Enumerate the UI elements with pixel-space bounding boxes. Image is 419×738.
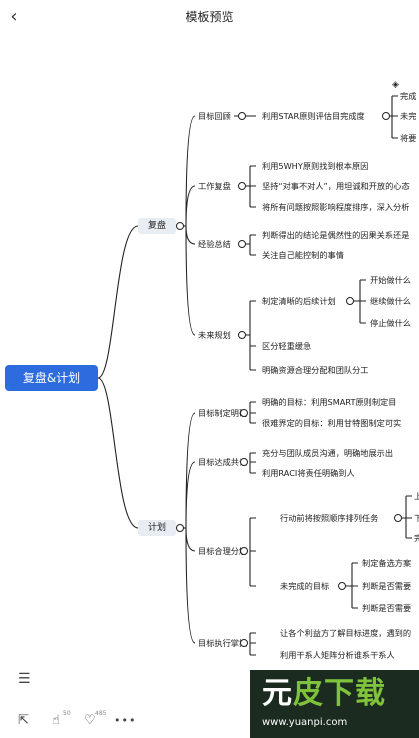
group-future-plan[interactable]: 未来规划 (198, 330, 231, 341)
mindmap-node[interactable]: 明确资源合理分配和团队分工 (262, 365, 368, 376)
collapse-dot[interactable] (394, 514, 402, 522)
collapse-dot[interactable] (346, 297, 354, 305)
collapse-dot[interactable] (240, 409, 248, 417)
group-goal-review[interactable]: 目标回顾 (198, 111, 231, 122)
watermark-logo: 元皮下载 www.yuanpi.com (250, 670, 419, 738)
branch-jihua[interactable]: 计划 (138, 520, 176, 536)
collapse-dot[interactable] (238, 331, 246, 339)
collapse-dot[interactable] (240, 639, 248, 647)
thumbs-up-icon[interactable]: ☝ (52, 714, 60, 728)
mindmap-node[interactable]: 继续做什么 (370, 296, 411, 307)
mindmap-node[interactable]: 将要 (400, 133, 416, 144)
share-icon[interactable]: ⇱ (18, 714, 29, 728)
mindmap-node[interactable]: 坚持“对事不对人”，用坦诚和开放的心态 (262, 181, 410, 192)
collapse-dot[interactable] (238, 112, 246, 120)
mindmap-node[interactable]: 利用5WHY原则找到根本原因 (262, 161, 368, 172)
mindmap-node[interactable]: 行动前将按照顺序排列任务 (280, 513, 378, 524)
mindmap-node[interactable]: 区分轻重缓急 (262, 341, 311, 352)
collapse-dot[interactable] (382, 112, 390, 120)
mindmap-node[interactable]: 利用STAR原则评估目完成度 (262, 111, 365, 122)
mindmap-node[interactable]: 判断得出的结论是偶然性的因果关系还是 (262, 230, 409, 241)
mindmap-node[interactable]: 利用RACI将责任明确到人 (262, 468, 355, 479)
mindmap-node[interactable]: 判断是否需要 (362, 603, 411, 614)
group-work-review[interactable]: 工作复盘 (198, 181, 231, 192)
mindmap-node[interactable]: 未完 (400, 111, 416, 122)
mindmap-node[interactable]: 制定备选方案 (362, 558, 411, 569)
mindmap-connectors (97, 95, 412, 656)
collapse-dot[interactable] (176, 524, 184, 532)
collapse-dot[interactable] (338, 582, 346, 590)
mindmap-node[interactable]: 判断是否需要 (362, 581, 411, 592)
like-count: 50 (63, 710, 71, 717)
collapse-dot[interactable] (238, 182, 246, 190)
branch-fupan[interactable]: 复盘 (138, 218, 176, 234)
mindmap-node[interactable]: 未完成的目标 (280, 581, 329, 592)
collapse-dot[interactable] (176, 222, 184, 230)
mindmap-node[interactable]: 利用干系人矩阵分析谁系干系人 (280, 650, 395, 661)
mindmap-node[interactable]: 让各个利益方了解目标进度，遇到的 (280, 628, 411, 639)
favorite-count: 485 (95, 710, 107, 717)
mindmap-node[interactable]: 关注自己能控制的事情 (262, 250, 344, 261)
mindmap-node[interactable]: 下 (414, 513, 419, 524)
heart-icon[interactable]: ♡ (84, 714, 96, 728)
root-node[interactable]: 复盘&计划 (5, 365, 98, 391)
mindmap-node[interactable]: 充分与团队成员沟通，明确地展示出 (262, 448, 393, 459)
collapse-dot[interactable] (238, 240, 246, 248)
outline-icon[interactable]: ☰ (18, 672, 31, 686)
header: ‹ 模板预览 (0, 0, 419, 36)
mindmap-node[interactable]: 完成 (400, 91, 416, 102)
layers-icon: ◈ (392, 80, 399, 90)
mindmap-canvas[interactable]: 复盘&计划 复盘 计划 目标回顾 利用STAR原则评估目完成度 ◈ 完成 未完 … (0, 36, 419, 670)
group-experience[interactable]: 经验总结 (198, 239, 231, 250)
mindmap-node[interactable]: 明确的目标：利用SMART原则制定目 (262, 397, 396, 408)
collapse-dot[interactable] (240, 547, 248, 555)
mindmap-node[interactable]: 完 (414, 533, 419, 544)
mindmap-node[interactable]: 停止做什么 (370, 318, 411, 329)
mindmap-node[interactable]: 上 (414, 491, 419, 502)
mindmap-node[interactable]: 将所有问题按照影响程度排序，深入分析 (262, 202, 409, 213)
collapse-dot[interactable] (240, 458, 248, 466)
mindmap-node[interactable]: 开始做什么 (370, 275, 411, 286)
mindmap-node[interactable]: 制定清晰的后续计划 (262, 296, 336, 307)
more-icon[interactable]: ••• (114, 714, 136, 728)
mindmap-node[interactable]: 很难界定的目标：利用甘特图制定可实 (262, 418, 401, 429)
page-title: 模板预览 (185, 10, 234, 24)
